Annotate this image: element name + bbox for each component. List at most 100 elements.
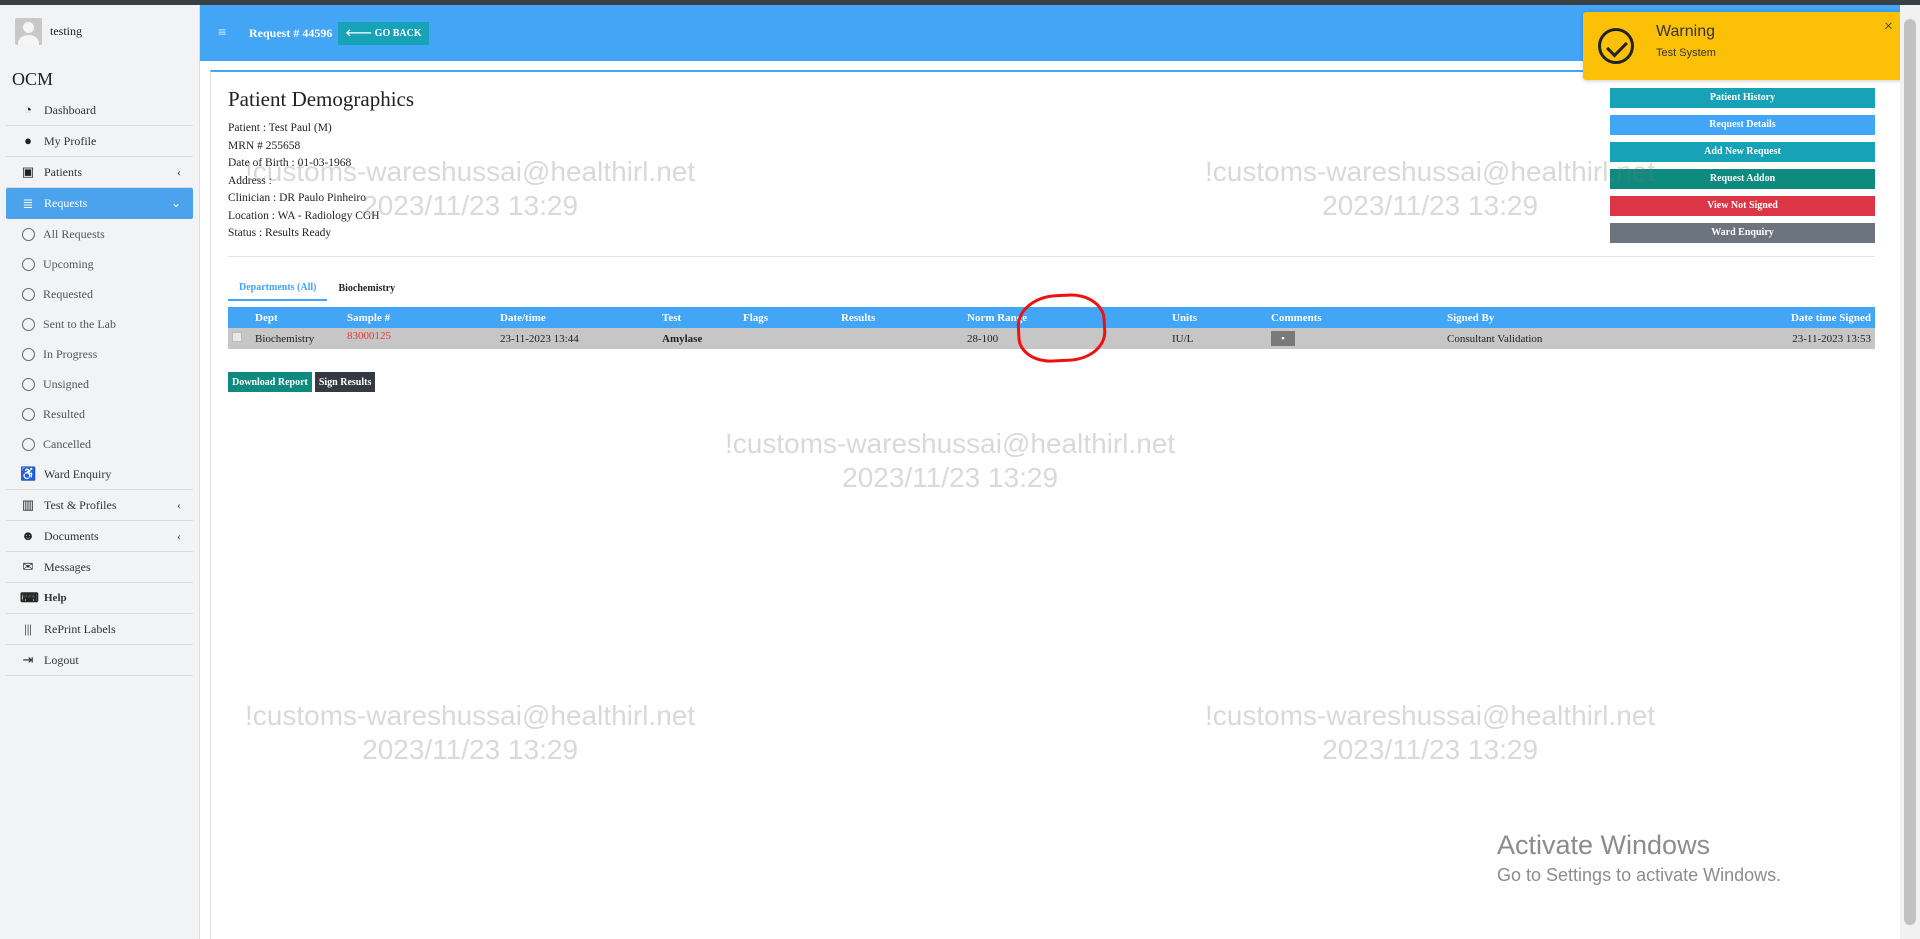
mrn: MRN # 255658 [228,139,301,152]
cell-dept: Biochemistry [255,328,347,349]
sidebar-subitem-all-requests[interactable]: All Requests [6,219,193,249]
cell-datetime: 23-11-2023 13:44 [500,328,662,349]
id-card-icon: ▣ [21,164,35,179]
patient-demographics: Patient Demographics Patient : Test Paul… [228,87,414,243]
sidebar-item-messages[interactable]: ✉ Messages [6,552,193,583]
cell-signed-by: Consultant Validation [1447,328,1642,349]
add-new-request-button[interactable]: Add New Request [1610,142,1875,162]
activate-title: Activate Windows [1497,830,1711,860]
sidebar-item-reprint-labels[interactable]: ||| RePrint Labels [6,614,193,645]
sidebar-item-logout[interactable]: ⇥ Logout [6,645,193,676]
cell-sample: 83000125 [347,328,500,349]
sidebar-item-patients[interactable]: ▣ Patients ‹ [6,157,193,188]
request-addon-button[interactable]: Request Addon [1610,169,1875,189]
cell-comments: ▪ [1271,328,1447,349]
sidebar-item-documents[interactable]: ☻ Documents ‹ [6,521,193,552]
vials-icon: ▥ [21,497,35,512]
go-back-button[interactable]: 🡐 GO BACK [338,21,429,45]
column-header: Flags [743,307,841,328]
column-header: Sample # [347,307,500,328]
toast-message: Test System [1656,47,1716,59]
sidebar-item-label: Ward Enquiry [44,466,112,481]
chevron-down-icon: ⌄ [170,196,181,210]
brand-title: OCM [12,69,54,89]
avatar [15,17,42,45]
toast-title: Warning [1656,23,1715,40]
divider [228,256,1875,257]
cell-units: IU/L [1172,328,1271,349]
sidebar-item-my-profile[interactable]: ● My Profile [6,126,193,157]
tab-biochemistry[interactable]: Biochemistry [327,275,406,301]
page-title: Patient Demographics [228,87,415,111]
sidebar-item-label: RePrint Labels [44,621,116,636]
sidebar-item-label: Dashboard [44,102,96,117]
user-icon: ● [24,133,32,148]
cell-date-signed: 23-11-2023 13:53 [1642,328,1875,349]
cell-results [841,328,967,349]
request-title: Request # 44596 [249,25,333,40]
sidebar-subitem-resulted[interactable]: Resulted [6,399,193,429]
status: Status : Results Ready [228,227,332,239]
database-icon: ≣ [22,195,34,211]
patient-history-button[interactable]: Patient History [1610,88,1875,108]
activate-windows-notice: Activate Windows Go to Settings to activ… [1497,830,1781,886]
column-header: Comments [1271,307,1447,328]
sign-results-button[interactable]: Sign Results [314,372,376,392]
users-icon: ☻ [21,528,35,543]
circle-icon [22,407,35,421]
sidebar-subitem-unsigned[interactable]: Unsigned [6,369,193,399]
sidebar-item-dashboard[interactable]: ◔ Dashboard [6,95,193,126]
sidebar-item-ward-enquiry[interactable]: ♿ Ward Enquiry [6,459,193,490]
sample-number-link[interactable]: 83000125 [347,330,391,342]
date-of-birth: Date of Birth : 01-03-1968 [228,157,352,169]
cell-test: Amylase [662,328,743,349]
sidebar-item-requests[interactable]: ≣ Requests ⌄ [6,188,193,219]
arrow-left-icon: 🡐 [345,28,375,39]
tab-departments-all[interactable]: Departments (All) [228,275,328,301]
sidebar-item-label: Documents [44,528,99,543]
check-circle-icon [1598,28,1634,64]
page-scrollbar[interactable] [1900,5,1920,939]
patient-name: Patient : Test Paul (M) [228,122,332,134]
column-header-select [228,307,255,328]
sidebar-item-label: Test & Profiles [44,497,117,512]
red-annotation-circle [1015,291,1108,365]
envelope-icon: ✉ [22,559,34,574]
scrollbar-thumb[interactable] [1904,19,1916,925]
request-details-button[interactable]: Request Details [1610,115,1875,135]
location: Location : WA - Radiology CGH [228,209,380,222]
department-tabs: Departments (All) Biochemistry [228,275,406,301]
action-button-column: Patient History Request Details Add New … [1610,88,1875,250]
column-header: Date/time [500,307,662,328]
user-panel: testing [0,13,199,49]
hamburger-menu-icon[interactable]: ≡ [218,25,232,42]
sidebar-subitem-label: In Progress [43,346,98,361]
view-not-signed-button[interactable]: View Not Signed [1610,196,1875,216]
sidebar-item-label: Requests [44,196,88,210]
sidebar-subitem-label: Upcoming [43,256,94,271]
ward-enquiry-button[interactable]: Ward Enquiry [1610,223,1875,243]
column-header: Units [1172,307,1271,328]
sidebar-subitem-requested[interactable]: Requested [6,279,193,309]
row-checkbox[interactable] [232,332,242,342]
sidebar-item-help[interactable]: ⌨ Help [6,583,193,614]
sidebar-item-test-profiles[interactable]: ▥ Test & Profiles ‹ [6,490,193,521]
sidebar-subitem-cancelled[interactable]: Cancelled [6,429,193,459]
sidebar: testing OCM ◔ Dashboard ● My Profile ▣ Pati… [0,5,200,939]
sidebar-subitem-in-progress[interactable]: In Progress [6,339,193,369]
circle-icon [22,257,35,271]
sidebar-nav: ◔ Dashboard ● My Profile ▣ Patients ‹ ≣ Reque… [0,95,199,676]
wheelchair-icon: ♿ [20,466,37,481]
close-icon[interactable]: × [1884,18,1893,36]
sidebar-item-label: Messages [44,559,91,574]
sidebar-subitem-sent-to-lab[interactable]: Sent to the Lab [6,309,193,339]
keyboard-icon: ⌨ [20,590,39,605]
comment-icon[interactable]: ▪ [1271,331,1295,346]
sidebar-subitem-label: All Requests [43,226,105,241]
report-actions: Download Report Sign Results [228,372,376,392]
column-header: Results [841,307,967,328]
circle-icon [22,377,35,391]
download-report-button[interactable]: Download Report [228,372,312,392]
sidebar-subitem-upcoming[interactable]: Upcoming [6,249,193,279]
username: testing [50,23,82,38]
